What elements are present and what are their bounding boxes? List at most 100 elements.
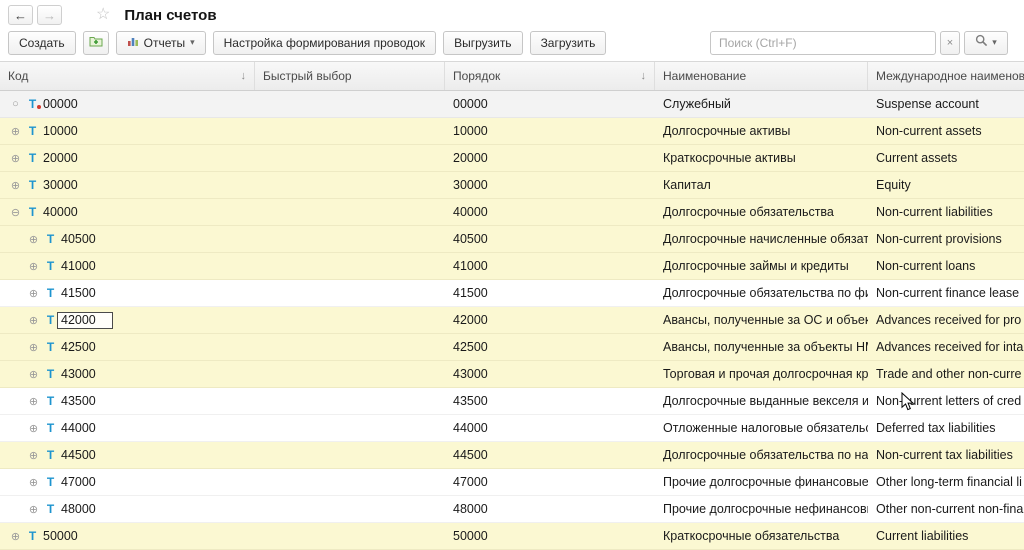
table-row[interactable]: ⊕ Т 40500 40500 Долгосрочные начисленные… [0,226,1024,253]
cell-order[interactable]: 44000 [445,415,655,441]
table-row[interactable]: ⊕ Т 42000 42000 Авансы, полученные за ОС… [0,307,1024,334]
cell-intl-name[interactable]: Non-current loans [868,253,1024,279]
cell-code[interactable]: ⊕ Т 40500 [0,226,255,252]
export-button[interactable]: Выгрузить [443,31,523,55]
tree-toggle-icon[interactable]: ⊕ [26,314,41,327]
cell-order[interactable]: 00000 [445,91,655,117]
cell-order[interactable]: 42000 [445,307,655,333]
cell-quick-select[interactable] [255,523,445,549]
cell-quick-select[interactable] [255,145,445,171]
forward-button[interactable]: → [37,5,62,25]
cell-order[interactable]: 47000 [445,469,655,495]
cell-order[interactable]: 42500 [445,334,655,360]
cell-code[interactable]: ⊕ Т 42000 [0,307,255,333]
tree-toggle-icon[interactable]: ⊖ [8,206,23,219]
cell-quick-select[interactable] [255,118,445,144]
tree-toggle-icon[interactable]: ⊕ [26,368,41,381]
cell-name[interactable]: Прочие долгосрочные финансовые о… [655,469,868,495]
cell-code[interactable]: ⊕ Т 48000 [0,496,255,522]
cell-intl-name[interactable]: Current liabilities [868,523,1024,549]
tree-toggle-icon[interactable]: ⊕ [26,449,41,462]
cell-intl-name[interactable]: Non-current assets [868,118,1024,144]
tree-toggle-icon[interactable]: ⊕ [26,476,41,489]
create-button[interactable]: Создать [8,31,76,55]
tree-toggle-icon[interactable]: ⊕ [26,260,41,273]
cell-code[interactable]: ⊕ Т 10000 [0,118,255,144]
table-row[interactable]: ⊕ Т 30000 30000 Капитал Equity [0,172,1024,199]
cell-intl-name[interactable]: Non-current letters of cred [868,388,1024,414]
column-header-name[interactable]: Наименование [655,62,868,90]
table-row[interactable]: ⊕ Т 42500 42500 Авансы, полученные за об… [0,334,1024,361]
cell-name[interactable]: Краткосрочные активы [655,145,868,171]
cell-quick-select[interactable] [255,469,445,495]
reports-button[interactable]: Отчеты ▾ [116,31,206,55]
column-header-order[interactable]: Порядок ↓ [445,62,655,90]
column-header-quick-select[interactable]: Быстрый выбор [255,62,445,90]
cell-quick-select[interactable] [255,415,445,441]
search-clear-button[interactable]: × [940,31,960,55]
cell-code[interactable]: ⊕ Т 41000 [0,253,255,279]
tree-toggle-icon[interactable]: ○ [8,98,23,110]
cell-intl-name[interactable]: Deferred tax liabilities [868,415,1024,441]
cell-quick-select[interactable] [255,172,445,198]
cell-name[interactable]: Капитал [655,172,868,198]
cell-code[interactable]: ⊖ Т 40000 [0,199,255,225]
tree-toggle-icon[interactable]: ⊕ [26,341,41,354]
tree-toggle-icon[interactable]: ⊕ [26,422,41,435]
cell-name[interactable]: Долгосрочные обязательства [655,199,868,225]
cell-intl-name[interactable]: Non-current provisions [868,226,1024,252]
cell-intl-name[interactable]: Non-current finance lease [868,280,1024,306]
cell-quick-select[interactable] [255,253,445,279]
table-row[interactable]: ⊕ Т 41500 41500 Долгосрочные обязательст… [0,280,1024,307]
create-group-button[interactable] [83,31,109,55]
column-header-intl-name[interactable]: Международное наименование [868,62,1024,90]
cell-name[interactable]: Долгосрочные обязательства по фин… [655,280,868,306]
cell-order[interactable]: 10000 [445,118,655,144]
import-button[interactable]: Загрузить [530,31,607,55]
cell-name[interactable]: Авансы, полученные за ОС и объект… [655,307,868,333]
cell-quick-select[interactable] [255,388,445,414]
cell-order[interactable]: 40500 [445,226,655,252]
cell-quick-select[interactable] [255,361,445,387]
tree-toggle-icon[interactable]: ⊕ [26,395,41,408]
tree-toggle-icon[interactable]: ⊕ [26,503,41,516]
cell-name[interactable]: Авансы, полученные за объекты НМА [655,334,868,360]
cell-order[interactable]: 48000 [445,496,655,522]
cell-intl-name[interactable]: Advances received for pro [868,307,1024,333]
cell-name[interactable]: Долгосрочные выданные векселя и п… [655,388,868,414]
cell-code[interactable]: ⊕ Т 30000 [0,172,255,198]
table-row[interactable]: ⊕ Т 43000 43000 Торговая и прочая долгос… [0,361,1024,388]
tree-toggle-icon[interactable]: ⊕ [26,233,41,246]
cell-name[interactable]: Долгосрочные обязательства по нал… [655,442,868,468]
table-row[interactable]: ⊕ Т 43500 43500 Долгосрочные выданные ве… [0,388,1024,415]
cell-name[interactable]: Отложенные налоговые обязательства [655,415,868,441]
table-row[interactable]: ⊕ Т 41000 41000 Долгосрочные займы и кре… [0,253,1024,280]
cell-quick-select[interactable] [255,307,445,333]
table-row[interactable]: ⊕ Т 20000 20000 Краткосрочные активы Cur… [0,145,1024,172]
cell-code[interactable]: ⊕ Т 41500 [0,280,255,306]
cell-name[interactable]: Краткосрочные обязательства [655,523,868,549]
tree-toggle-icon[interactable]: ⊕ [26,287,41,300]
cell-code[interactable]: ⊕ Т 50000 [0,523,255,549]
cell-code[interactable]: ⊕ Т 43500 [0,388,255,414]
posting-settings-button[interactable]: Настройка формирования проводок [213,31,436,55]
table-row[interactable]: ⊕ Т 10000 10000 Долгосрочные активы Non-… [0,118,1024,145]
cell-quick-select[interactable] [255,199,445,225]
table-row[interactable]: ⊕ Т 44000 44000 Отложенные налоговые обя… [0,415,1024,442]
cell-intl-name[interactable]: Suspense account [868,91,1024,117]
cell-code[interactable]: ⊕ Т 47000 [0,469,255,495]
back-button[interactable]: ← [8,5,33,25]
table-row[interactable]: ⊕ Т 44500 44500 Долгосрочные обязательст… [0,442,1024,469]
cell-intl-name[interactable]: Equity [868,172,1024,198]
search-input[interactable] [710,31,936,55]
cell-order[interactable]: 43500 [445,388,655,414]
cell-order[interactable]: 50000 [445,523,655,549]
cell-quick-select[interactable] [255,496,445,522]
table-row[interactable]: ⊖ Т 40000 40000 Долгосрочные обязательст… [0,199,1024,226]
cell-order[interactable]: 40000 [445,199,655,225]
cell-name[interactable]: Прочие долгосрочные нефинансовые… [655,496,868,522]
tree-toggle-icon[interactable]: ⊕ [8,125,23,138]
cell-name[interactable]: Торговая и прочая долгосрочная кре… [655,361,868,387]
cell-code[interactable]: ⊕ Т 44500 [0,442,255,468]
cell-code[interactable]: ○ Т 00000 [0,91,255,117]
